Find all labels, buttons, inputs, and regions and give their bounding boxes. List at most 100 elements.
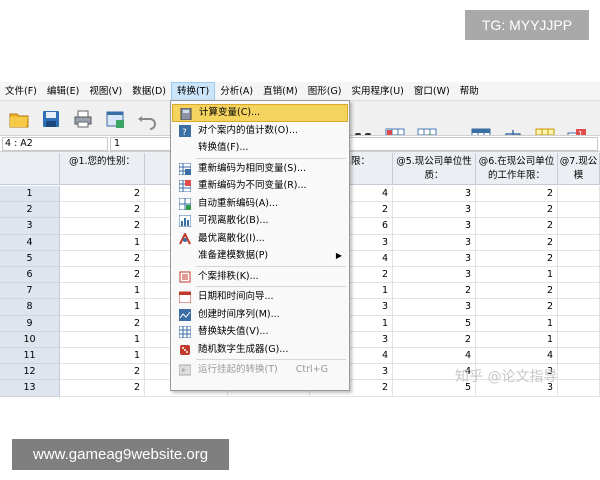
- table-cell[interactable]: [558, 283, 600, 300]
- table-cell[interactable]: [558, 364, 600, 381]
- table-cell[interactable]: 2: [476, 218, 558, 235]
- print-icon[interactable]: [70, 107, 96, 131]
- table-cell[interactable]: [558, 299, 600, 316]
- menu-6[interactable]: 直销(M): [258, 82, 303, 101]
- row-header[interactable]: 2: [0, 202, 60, 219]
- row-header[interactable]: 12: [0, 364, 60, 381]
- table-cell[interactable]: 1: [60, 348, 145, 365]
- row-header[interactable]: 13: [0, 380, 60, 397]
- row-header[interactable]: 8: [0, 299, 60, 316]
- menu-item-16[interactable]: 随机数字生成器(G)...: [172, 341, 348, 359]
- table-cell[interactable]: 4: [393, 348, 476, 365]
- table-cell[interactable]: 1: [60, 234, 145, 251]
- table-cell[interactable]: [558, 348, 600, 365]
- table-cell[interactable]: 2: [60, 250, 145, 267]
- table-cell[interactable]: 4: [476, 348, 558, 365]
- menu-item-15[interactable]: 替换缺失值(V)...: [172, 323, 348, 341]
- menu-5[interactable]: 分析(A): [215, 82, 258, 101]
- column-header[interactable]: @5.现公司单位性质：: [393, 153, 476, 185]
- table-cell[interactable]: [558, 380, 600, 397]
- menu-item-label: 最优离散化(I)...: [198, 232, 265, 244]
- menu-item-11[interactable]: 个案排秩(K)...: [172, 268, 348, 286]
- menu-item-label: 随机数字生成器(G)...: [198, 343, 289, 355]
- table-cell[interactable]: 3: [393, 218, 476, 235]
- table-cell[interactable]: 2: [60, 315, 145, 332]
- row-header[interactable]: 3: [0, 218, 60, 235]
- menu-item-1[interactable]: ? 对个案内的值计数(O)...: [172, 122, 348, 140]
- row-header[interactable]: 5: [0, 250, 60, 267]
- row-header[interactable]: 6: [0, 267, 60, 284]
- table-cell[interactable]: 3: [393, 267, 476, 284]
- row-header[interactable]: 11: [0, 348, 60, 365]
- menu-item-0[interactable]: 计算变量(C)...: [172, 104, 348, 122]
- save-icon[interactable]: [38, 107, 64, 131]
- table-cell[interactable]: 1: [476, 315, 558, 332]
- menu-item-8[interactable]: 最优离散化(I)...: [172, 230, 348, 248]
- table-cell[interactable]: 2: [476, 186, 558, 203]
- table-cell[interactable]: [558, 234, 600, 251]
- cell-reference-field[interactable]: 4 : A2: [2, 137, 108, 151]
- row-header[interactable]: 10: [0, 331, 60, 348]
- table-cell[interactable]: [558, 218, 600, 235]
- table-cell[interactable]: 1: [60, 283, 145, 300]
- table-cell[interactable]: 5: [393, 315, 476, 332]
- menu-item-4[interactable]: 重新编码为相同变量(S)...: [172, 160, 348, 178]
- menu-9[interactable]: 窗口(W): [409, 82, 455, 101]
- column-header[interactable]: @6.在现公司单位的工作年限：: [476, 153, 558, 185]
- menu-10[interactable]: 帮助: [455, 82, 484, 101]
- table-cell[interactable]: [558, 315, 600, 332]
- table-cell[interactable]: [558, 202, 600, 219]
- table-cell[interactable]: 1: [476, 267, 558, 284]
- menu-item-7[interactable]: 可视离散化(B)...: [172, 212, 348, 230]
- column-header[interactable]: @1.您的性别：: [60, 153, 145, 185]
- dialog-recall-icon[interactable]: [102, 107, 128, 131]
- menu-0[interactable]: 文件(F): [0, 82, 42, 101]
- menu-8[interactable]: 实用程序(U): [347, 82, 409, 101]
- table-cell[interactable]: [558, 186, 600, 203]
- table-cell[interactable]: 2: [393, 283, 476, 300]
- menu-item-13[interactable]: 日期和时间向导...: [172, 288, 348, 306]
- table-cell[interactable]: 2: [60, 202, 145, 219]
- row-header[interactable]: 7: [0, 283, 60, 300]
- table-cell[interactable]: [558, 267, 600, 284]
- table-cell[interactable]: 2: [476, 202, 558, 219]
- menu-2[interactable]: 视图(V): [84, 82, 127, 101]
- table-cell[interactable]: 1: [476, 331, 558, 348]
- table-cell[interactable]: 2: [393, 331, 476, 348]
- table-cell[interactable]: 2: [60, 186, 145, 203]
- table-cell[interactable]: 2: [60, 218, 145, 235]
- row-header[interactable]: 9: [0, 315, 60, 332]
- table-cell[interactable]: 2: [476, 234, 558, 251]
- menu-item-14[interactable]: 创建时间序列(M)...: [172, 306, 348, 324]
- replace-missing-icon: [178, 325, 192, 339]
- table-cell[interactable]: 2: [476, 299, 558, 316]
- menu-item-5[interactable]: 重新编码为不同变量(R)...: [172, 177, 348, 195]
- table-cell[interactable]: 2: [60, 364, 145, 381]
- table-cell[interactable]: 1: [60, 331, 145, 348]
- table-cell[interactable]: 2: [476, 250, 558, 267]
- menu-item-6[interactable]: 自动重新编码(A)...: [172, 195, 348, 213]
- table-cell[interactable]: 3: [393, 234, 476, 251]
- table-cell[interactable]: 1: [60, 299, 145, 316]
- menu-7[interactable]: 图形(G): [303, 82, 347, 101]
- undo-icon[interactable]: [134, 107, 160, 131]
- table-cell[interactable]: 2: [476, 283, 558, 300]
- table-cell[interactable]: [558, 331, 600, 348]
- table-cell[interactable]: 3: [393, 186, 476, 203]
- open-folder-icon[interactable]: [6, 107, 32, 131]
- menu-4[interactable]: 转换(T): [170, 82, 216, 101]
- table-cell[interactable]: 3: [393, 299, 476, 316]
- row-header[interactable]: 4: [0, 234, 60, 251]
- table-cell[interactable]: 2: [60, 380, 145, 397]
- menu-1[interactable]: 编辑(E): [42, 82, 84, 101]
- table-cell[interactable]: 3: [393, 202, 476, 219]
- menu-item-9[interactable]: 准备建模数据(P) ▶: [172, 247, 348, 265]
- menu-3[interactable]: 数据(D): [127, 82, 171, 101]
- row-header[interactable]: 1: [0, 186, 60, 203]
- table-cell[interactable]: [558, 250, 600, 267]
- table-cell[interactable]: 2: [60, 267, 145, 284]
- table-cell[interactable]: 3: [393, 250, 476, 267]
- column-header[interactable]: @7.现公模: [558, 153, 600, 185]
- watermark-top: TG: MYYJJPP: [465, 10, 589, 40]
- menu-item-2[interactable]: 转换值(F)...: [172, 139, 348, 157]
